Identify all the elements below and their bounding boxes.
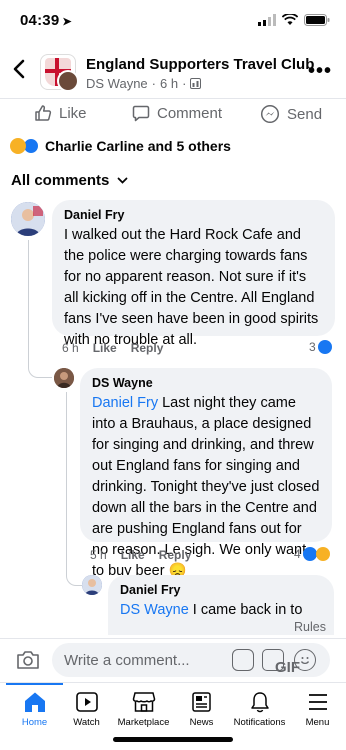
post-header: England Supporters Travel Club DS Wayne … [0, 48, 346, 96]
menu-icon [308, 694, 327, 710]
like-reaction-icon [317, 340, 332, 354]
send-label: Send [287, 105, 323, 123]
status-bar: 04:39 ➤ [0, 0, 346, 44]
thread-connector [66, 392, 82, 586]
comments-filter[interactable]: All comments [11, 172, 128, 189]
post-age: 6 h [160, 76, 179, 91]
reactions-summary-text: Charlie Carline and 5 others [45, 138, 231, 154]
bottom-tab-bar: Home Watch Marketplace News Notification… [0, 682, 346, 734]
messenger-icon [260, 104, 280, 124]
haha-reaction-icon [10, 138, 26, 154]
camera-button[interactable] [16, 649, 40, 676]
reactions-summary[interactable]: Charlie Carline and 5 others [10, 138, 231, 154]
comment-text: I walked out the Hard Rock Cafe and the … [64, 227, 319, 348]
thumbs-up-icon [35, 105, 52, 121]
comment-input[interactable]: Write a comment... GIF [52, 643, 330, 677]
marketplace-icon [132, 692, 155, 712]
bell-icon [250, 692, 269, 713]
group-title[interactable]: England Supporters Travel Club [86, 56, 314, 73]
commenter-avatar[interactable] [54, 368, 74, 388]
reply-bubble: DS Wayne Daniel Fry Last night they came… [80, 368, 332, 579]
commenter-avatar[interactable] [82, 575, 102, 595]
reply-text: DS Wayne I came back in to [120, 602, 303, 618]
comments-filter-label: All comments [11, 172, 110, 189]
comment-placeholder: Write a comment... [64, 652, 190, 669]
back-button[interactable] [12, 58, 26, 86]
chevron-down-icon [117, 177, 128, 184]
comment-age: 6 h [62, 341, 79, 355]
post-actions: Like Comment Send [0, 98, 346, 128]
mention-link[interactable]: Daniel Fry [92, 395, 158, 411]
sticker-icon[interactable] [232, 649, 254, 671]
wifi-icon [282, 14, 298, 25]
home-icon [24, 692, 45, 712]
comment-composer: Write a comment... GIF [0, 638, 346, 682]
tab-menu[interactable]: Menu [283, 683, 346, 735]
gif-button[interactable]: GIF [262, 649, 300, 676]
reply-like-button[interactable]: Like [121, 548, 145, 562]
back-arrow-icon [13, 59, 25, 79]
comment-like-button[interactable]: Like [93, 341, 117, 355]
home-indicator [113, 737, 233, 742]
emoji-icon[interactable] [294, 649, 316, 671]
location-arrow-icon: ➤ [62, 16, 72, 28]
comment-button[interactable]: Comment [132, 104, 222, 122]
thread-connector [28, 240, 52, 378]
send-button[interactable]: Send [260, 104, 322, 124]
comment-bubble: Daniel Fry I walked out the Hard Rock Ca… [52, 200, 335, 348]
comment-label: Comment [157, 104, 223, 122]
sad-reaction-icon [315, 547, 330, 561]
more-options-icon[interactable]: ••• [308, 60, 332, 83]
author-name[interactable]: DS Wayne [86, 76, 148, 91]
signal-icon [258, 14, 276, 26]
rules-link[interactable]: Rules [294, 620, 326, 634]
status-icons [258, 14, 330, 26]
group-audience-icon [190, 78, 202, 89]
like-label: Like [59, 104, 87, 122]
like-reaction-icon [302, 547, 317, 561]
camera-icon [17, 651, 39, 669]
comment-reaction-count[interactable]: 3 [309, 340, 332, 354]
reply-reply-button[interactable]: Reply [159, 548, 192, 562]
comment-icon [132, 105, 150, 122]
like-button[interactable]: Like [34, 104, 87, 122]
author-avatar[interactable] [57, 70, 79, 92]
commenter-avatar[interactable] [11, 202, 45, 236]
post-meta: DS Wayne · 6 h · [86, 76, 202, 91]
comment-reply-button[interactable]: Reply [131, 341, 164, 355]
news-icon [191, 692, 211, 712]
reply-author[interactable]: DS Wayne [92, 376, 320, 390]
watch-icon [75, 692, 98, 712]
reply-author[interactable]: Daniel Fry [120, 583, 322, 597]
status-time: 04:39 ➤ [20, 12, 72, 29]
reply-age: 5 h [90, 548, 107, 562]
mention-link[interactable]: DS Wayne [120, 602, 189, 618]
comment-author[interactable]: Daniel Fry [64, 208, 323, 222]
battery-icon [304, 14, 330, 26]
reply-reaction-count[interactable]: 4 [294, 547, 330, 561]
comment-meta: 6 h Like Reply [62, 341, 163, 355]
reply-meta: 5 h Like Reply [90, 548, 191, 562]
